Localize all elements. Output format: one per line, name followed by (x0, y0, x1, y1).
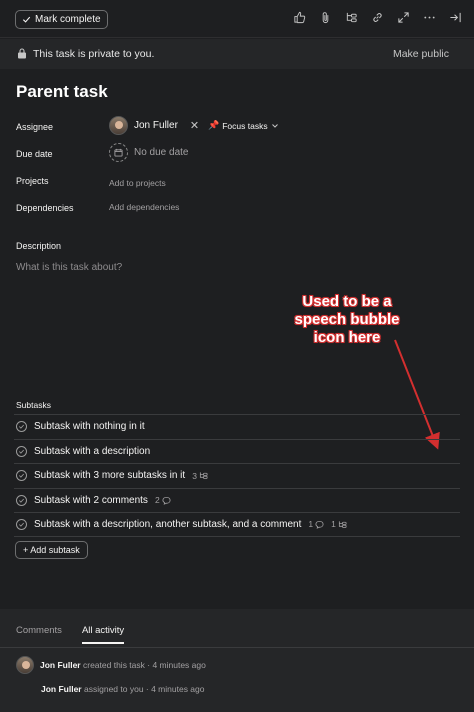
check-circle-icon[interactable] (16, 445, 27, 457)
assignee-label: Assignee (16, 122, 54, 132)
comment-count: 2 (154, 495, 160, 506)
tab-all-activity[interactable]: All activity (81, 625, 125, 644)
subtask-row[interactable]: Subtask with nothing in it (14, 414, 460, 439)
subtask-name: Subtask with 3 more subtasks in it (34, 470, 186, 482)
focus-tasks-label: Focus tasks (222, 120, 268, 131)
subtask-name: Subtask with 2 comments (34, 494, 148, 506)
activity-entry: Jon Fuller created this task · 4 minutes… (16, 656, 206, 674)
privacy-bar: This task is private to you. Make public (0, 39, 474, 69)
checkmark-icon (22, 16, 31, 23)
check-circle-icon[interactable] (16, 494, 27, 506)
comment-count-badge: 2 (155, 495, 171, 505)
avatar (109, 116, 128, 135)
subtask-name: Subtask with a description (34, 445, 151, 457)
mark-complete-label: Mark complete (35, 14, 101, 25)
activity-text: assigned to you · 4 minutes ago (84, 684, 205, 694)
more-icon[interactable] (423, 11, 436, 24)
task-title[interactable]: Parent task (16, 82, 108, 102)
subtask-count-badge: 3 (192, 471, 208, 481)
subtask-row[interactable]: Subtask with 2 comments 2 (14, 487, 460, 513)
attachment-icon[interactable] (319, 11, 332, 24)
subtask-list: Subtask with nothing in it Subtask with … (14, 414, 460, 537)
subtask-count: 3 (192, 470, 197, 481)
privacy-text: This task is private to you. (33, 48, 155, 60)
activity-tabs: Comments All activity (16, 625, 125, 644)
due-date-label: Due date (16, 149, 53, 159)
task-toolbar: Mark complete (0, 0, 474, 38)
comment-count-badge: 1 (308, 519, 324, 529)
thumbs-up-icon[interactable] (293, 11, 306, 24)
check-circle-icon[interactable] (16, 470, 27, 482)
toolbar-icons (293, 11, 462, 24)
subtask-count-badge: 1 (331, 519, 347, 529)
expand-icon[interactable] (397, 11, 410, 24)
assignee-value[interactable]: Jon Fuller ✕ (109, 116, 199, 135)
due-date-value: No due date (134, 147, 189, 158)
annotation-arrow (394, 339, 440, 450)
subtask-name: Subtask with a description, another subt… (34, 518, 302, 530)
avatar (16, 656, 34, 674)
calendar-icon (109, 143, 128, 162)
comment-icon (162, 496, 171, 505)
check-circle-icon[interactable] (16, 518, 27, 530)
tab-comments[interactable]: Comments (16, 625, 62, 644)
due-date-picker[interactable]: No due date (109, 143, 189, 162)
subtask-count: 1 (331, 519, 336, 530)
subtask-row[interactable]: Subtask with 3 more subtasks in it 3 (14, 463, 460, 488)
activity-entry: Jon Fuller assigned to you · 4 minutes a… (41, 684, 205, 694)
lock-icon (18, 48, 26, 59)
activity-actor[interactable]: Jon Fuller (41, 684, 82, 694)
check-circle-icon[interactable] (16, 421, 27, 433)
description-label: Description (16, 241, 62, 251)
comment-count: 1 (308, 519, 314, 530)
subtask-icon (338, 521, 347, 528)
activity-actor[interactable]: Jon Fuller (40, 660, 81, 670)
link-icon[interactable] (371, 11, 384, 24)
pin-icon: 📌 (208, 120, 220, 130)
subtask-row[interactable]: Subtask with a description (14, 438, 460, 464)
chevron-down-icon (271, 123, 278, 128)
annotation-text: Used to be a speech bubble icon here (294, 293, 400, 346)
make-public-button[interactable]: Make public (393, 48, 449, 60)
close-panel-icon[interactable] (449, 11, 462, 24)
subtask-icon[interactable] (345, 11, 358, 24)
description-field[interactable]: What is this task about? (16, 262, 122, 273)
assignee-name: Jon Fuller (134, 120, 178, 131)
subtask-icon (199, 472, 208, 480)
add-to-projects-link[interactable]: Add to projects (109, 178, 166, 188)
add-dependencies-link[interactable]: Add dependencies (109, 202, 179, 212)
activity-panel: Comments All activity Jon Fuller created… (0, 609, 474, 712)
activity-text: created this task · 4 minutes ago (83, 660, 206, 670)
add-subtask-button[interactable]: + Add subtask (15, 541, 88, 559)
divider (0, 647, 474, 648)
remove-assignee-icon[interactable]: ✕ (190, 119, 199, 132)
mark-complete-button[interactable]: Mark complete (15, 10, 108, 29)
subtask-name: Subtask with nothing in it (34, 421, 145, 433)
focus-tasks-dropdown[interactable]: 📌 Focus tasks (208, 120, 279, 131)
dependencies-label: Dependencies (16, 203, 74, 213)
projects-label: Projects (16, 176, 49, 186)
comment-icon (315, 520, 324, 529)
subtasks-label: Subtasks (16, 400, 51, 410)
subtask-row[interactable]: Subtask with a description, another subt… (14, 512, 460, 537)
